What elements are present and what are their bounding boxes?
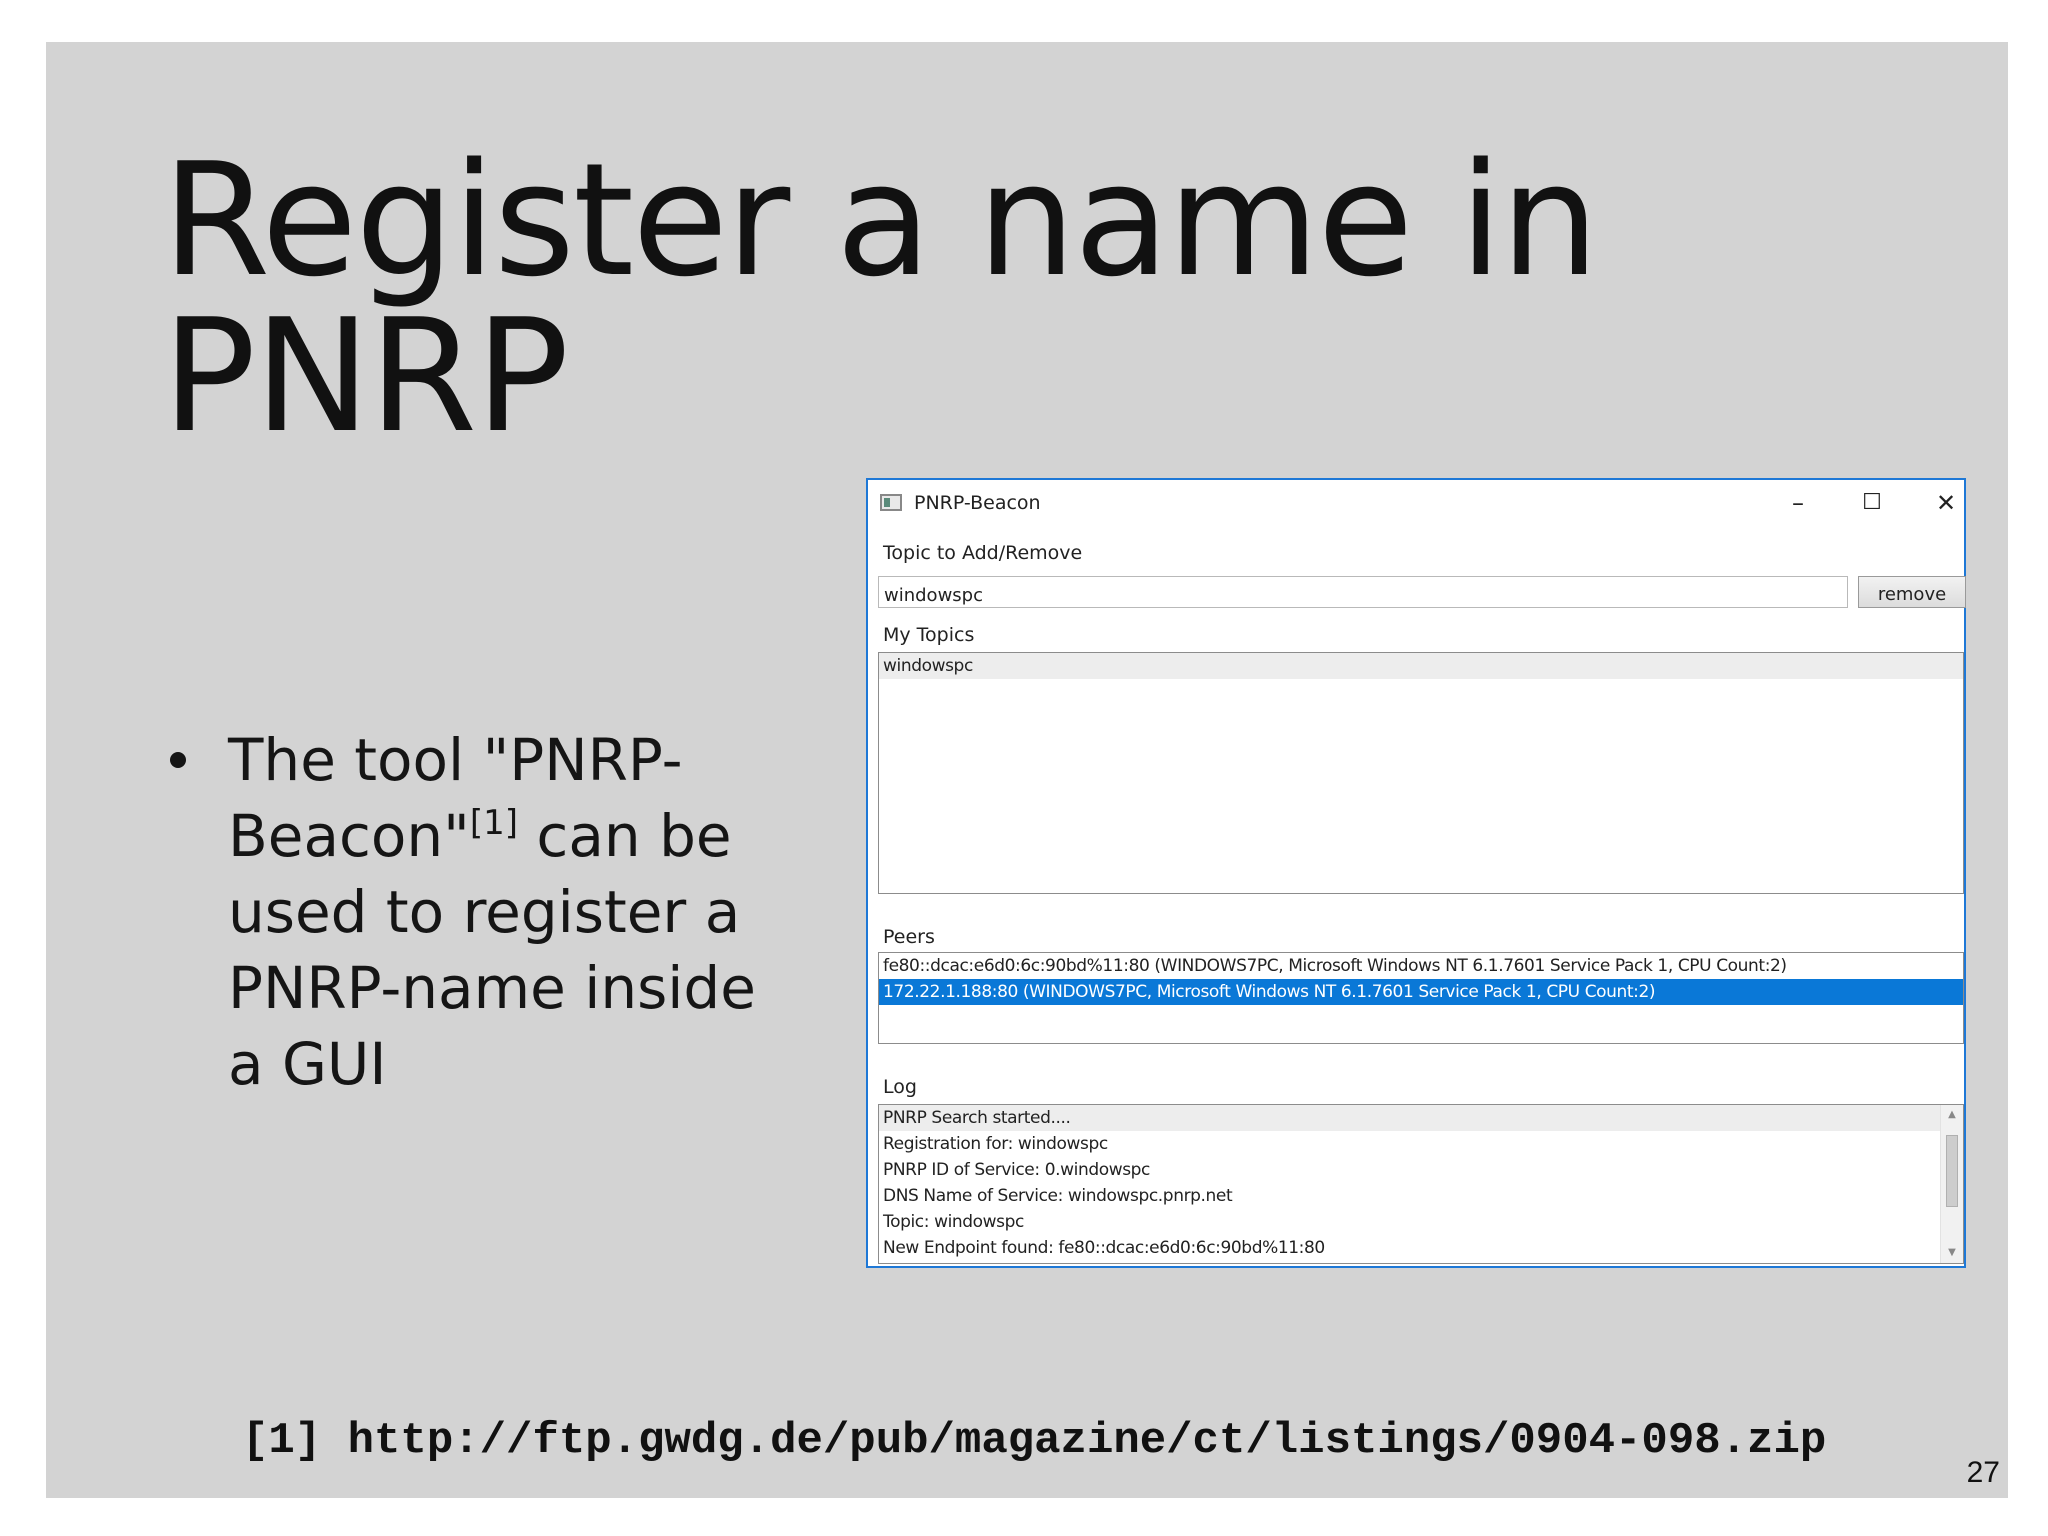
scroll-down-arrow-icon[interactable]: ▼	[1941, 1243, 1963, 1263]
log-scrollbar[interactable]: ▲ ▼	[1940, 1105, 1963, 1263]
pnrp-beacon-window: PNRP-Beacon – ☐ ✕ Topic to Add/Remove re…	[866, 478, 1966, 1268]
slide-title: Register a name in PNRP	[162, 129, 1599, 467]
log-entry: New Endpoint found: fe80::dcac:e6d0:6c:9…	[883, 1238, 1325, 1258]
log-entry: PNRP ID of Service: 0.windowspc	[883, 1160, 1151, 1180]
log-entry: Registration for: windowspc	[883, 1134, 1108, 1154]
page-number: 27	[1966, 1456, 2000, 1489]
scroll-thumb[interactable]	[1946, 1135, 1958, 1207]
maximize-button[interactable]: ☐	[1852, 486, 1892, 520]
log-entry: Topic: windowspc	[883, 1212, 1024, 1232]
peers-list[interactable]: fe80::dcac:e6d0:6c:90bd%11:80 (WINDOWS7P…	[878, 952, 1964, 1044]
list-item[interactable]: fe80::dcac:e6d0:6c:90bd%11:80 (WINDOWS7P…	[879, 953, 1963, 979]
my-topics-list[interactable]: windowspc	[878, 652, 1964, 894]
bullet-list: The tool "PNRP-Beacon"[1] can be used to…	[158, 722, 778, 1102]
window-title: PNRP-Beacon	[914, 492, 1041, 514]
log-list[interactable]: PNRP Search started.... Registration for…	[878, 1104, 1964, 1264]
close-button[interactable]: ✕	[1926, 486, 1966, 520]
slide: Register a name in PNRP The tool "PNRP-B…	[46, 42, 2008, 1498]
topic-input[interactable]	[878, 576, 1848, 608]
window-titlebar[interactable]: PNRP-Beacon – ☐ ✕	[868, 480, 1964, 526]
topic-label: Topic to Add/Remove	[883, 542, 1083, 564]
footnote-link[interactable]: [1] http://ftp.gwdg.de/pub/magazine/ct/l…	[242, 1416, 1826, 1466]
log-entry: DNS Name of Service: windowspc.pnrp.net	[883, 1186, 1233, 1206]
remove-button[interactable]: remove	[1858, 576, 1966, 608]
list-item[interactable]: windowspc	[879, 653, 1963, 679]
minimize-button[interactable]: –	[1778, 486, 1818, 520]
log-label: Log	[883, 1076, 917, 1098]
my-topics-label: My Topics	[883, 624, 975, 646]
scroll-up-arrow-icon[interactable]: ▲	[1941, 1105, 1963, 1125]
footnote-reference: [1]	[469, 803, 518, 843]
log-entry: PNRP Search started....	[879, 1105, 1963, 1131]
list-item-selected[interactable]: 172.22.1.188:80 (WINDOWS7PC, Microsoft W…	[879, 979, 1963, 1005]
peers-label: Peers	[883, 926, 935, 948]
bullet-dot-icon	[170, 752, 186, 768]
app-window-icon	[880, 494, 902, 511]
bullet-item: The tool "PNRP-Beacon"[1] can be used to…	[158, 722, 778, 1102]
